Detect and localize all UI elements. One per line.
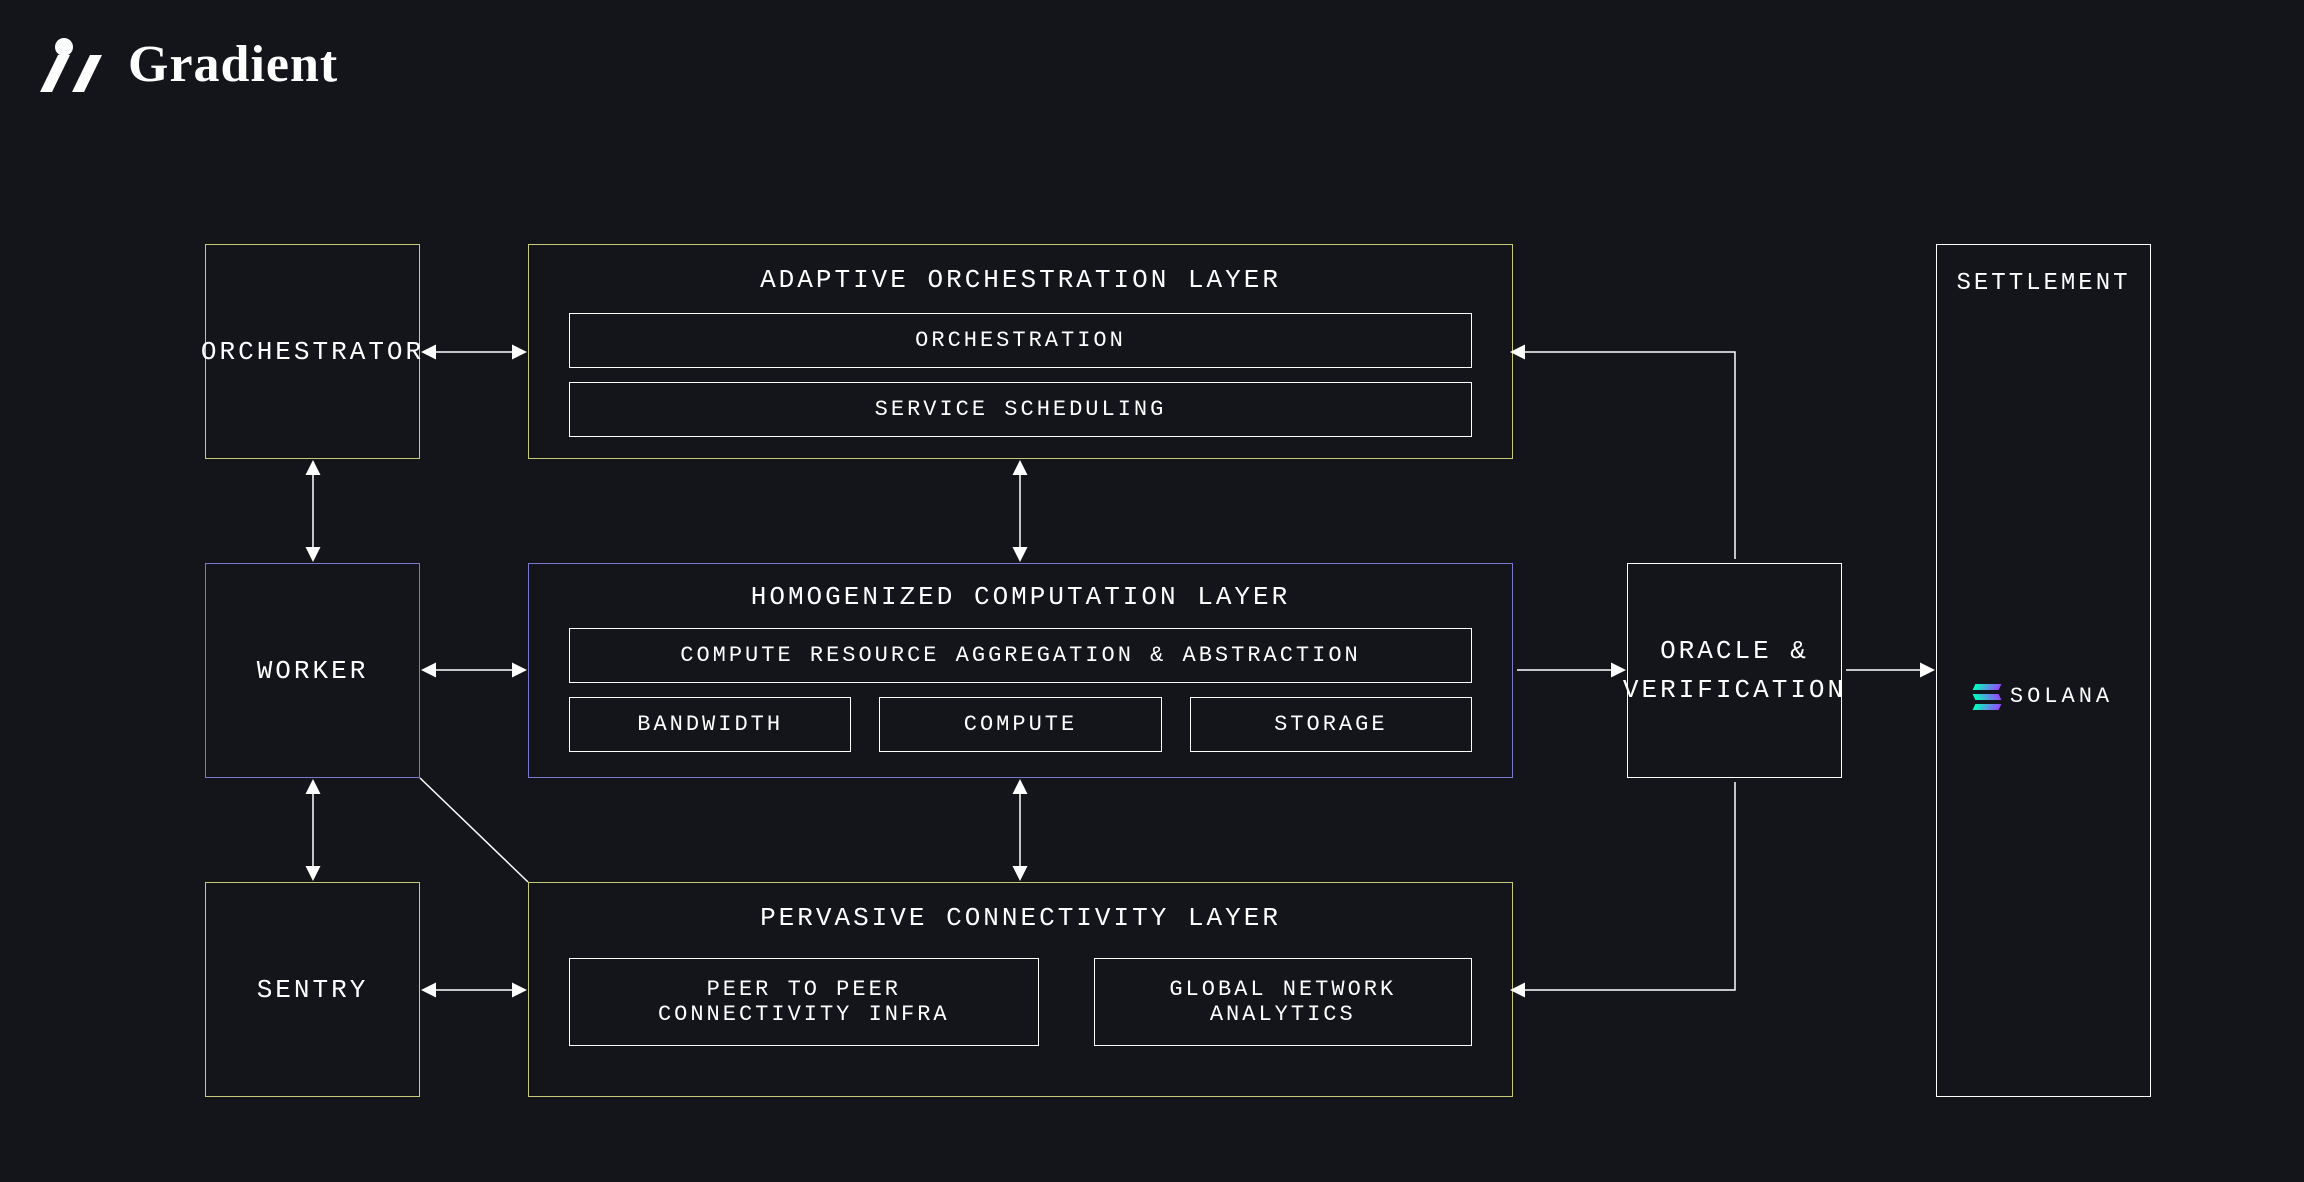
settlement-box: SETTLEMENT SOLANA [1936, 244, 2151, 1097]
worker-label: WORKER [257, 656, 369, 686]
pervasive-layer-box: PERVASIVE CONNECTIVITY LAYER PEER TO PEE… [528, 882, 1513, 1097]
service-scheduling-box: SERVICE SCHEDULING [569, 382, 1472, 437]
sentry-box: SENTRY [205, 882, 420, 1097]
aggregation-box: COMPUTE RESOURCE AGGREGATION & ABSTRACTI… [569, 628, 1472, 683]
bandwidth-box: BANDWIDTH [569, 697, 851, 752]
gradient-logo-icon [40, 37, 110, 92]
solana-logo: SOLANA [1974, 684, 2113, 710]
oracle-verification-label: ORACLE & VERIFICATION [1623, 632, 1846, 710]
p2p-connectivity-box: PEER TO PEER CONNECTIVITY INFRA [569, 958, 1039, 1046]
sentry-label: SENTRY [257, 975, 369, 1005]
oracle-verification-box: ORACLE & VERIFICATION [1627, 563, 1842, 778]
brand-name: Gradient [128, 35, 338, 94]
worker-box: WORKER [205, 563, 420, 778]
brand-logo: Gradient [40, 35, 338, 94]
homogenized-layer-title: HOMOGENIZED COMPUTATION LAYER [751, 582, 1290, 612]
orchestrator-box: ORCHESTRATOR [205, 244, 420, 459]
homogenized-layer-box: HOMOGENIZED COMPUTATION LAYER COMPUTE RE… [528, 563, 1513, 778]
adaptive-layer-box: ADAPTIVE ORCHESTRATION LAYER ORCHESTRATI… [528, 244, 1513, 459]
solana-icon [1974, 684, 2000, 710]
compute-box: COMPUTE [879, 697, 1161, 752]
pervasive-layer-title: PERVASIVE CONNECTIVITY LAYER [760, 903, 1281, 933]
orchestration-box: ORCHESTRATION [569, 313, 1472, 368]
adaptive-layer-title: ADAPTIVE ORCHESTRATION LAYER [760, 265, 1281, 295]
solana-text: SOLANA [2010, 684, 2113, 709]
global-network-analytics-box: GLOBAL NETWORK ANALYTICS [1094, 958, 1472, 1046]
storage-box: STORAGE [1190, 697, 1472, 752]
orchestrator-label: ORCHESTRATOR [201, 337, 424, 367]
settlement-title: SETTLEMENT [1956, 270, 2130, 297]
